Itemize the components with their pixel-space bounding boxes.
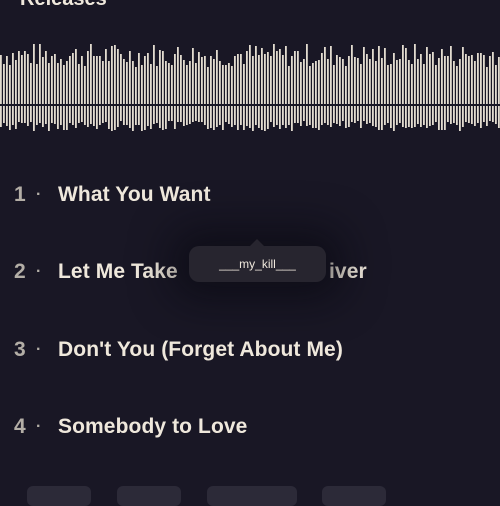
track-title: Don't You (Forget About Me) [58, 338, 343, 361]
track-separator: · [36, 263, 42, 280]
bottom-button-1[interactable] [27, 486, 91, 506]
track-separator: · [36, 418, 42, 435]
track-number: 1 [14, 183, 26, 206]
track-number: 4 [14, 415, 26, 438]
track-4[interactable]: 4 · Somebody to Love [14, 410, 247, 444]
track-number: 3 [14, 338, 26, 361]
track-title-suffix: iver [329, 260, 367, 283]
bottom-button-3[interactable] [207, 486, 297, 506]
track-separator: · [36, 186, 42, 203]
track-title: Somebody to Love [58, 415, 248, 438]
tooltip: ___my_kill___ [189, 239, 326, 282]
track-2[interactable]: 2 · Let Me Take iver [14, 255, 367, 289]
track-1[interactable]: 1 · What You Want [14, 178, 211, 212]
track-number: 2 [14, 260, 26, 283]
track-title: Let Me Take [58, 260, 178, 283]
track-separator: · [36, 341, 42, 358]
tooltip-text: ___my_kill___ [219, 257, 296, 271]
track-title: What You Want [58, 183, 211, 206]
bottom-button-2[interactable] [117, 486, 181, 506]
bottom-button-4[interactable] [322, 486, 386, 506]
track-3[interactable]: 3 · Don't You (Forget About Me) [14, 333, 343, 367]
